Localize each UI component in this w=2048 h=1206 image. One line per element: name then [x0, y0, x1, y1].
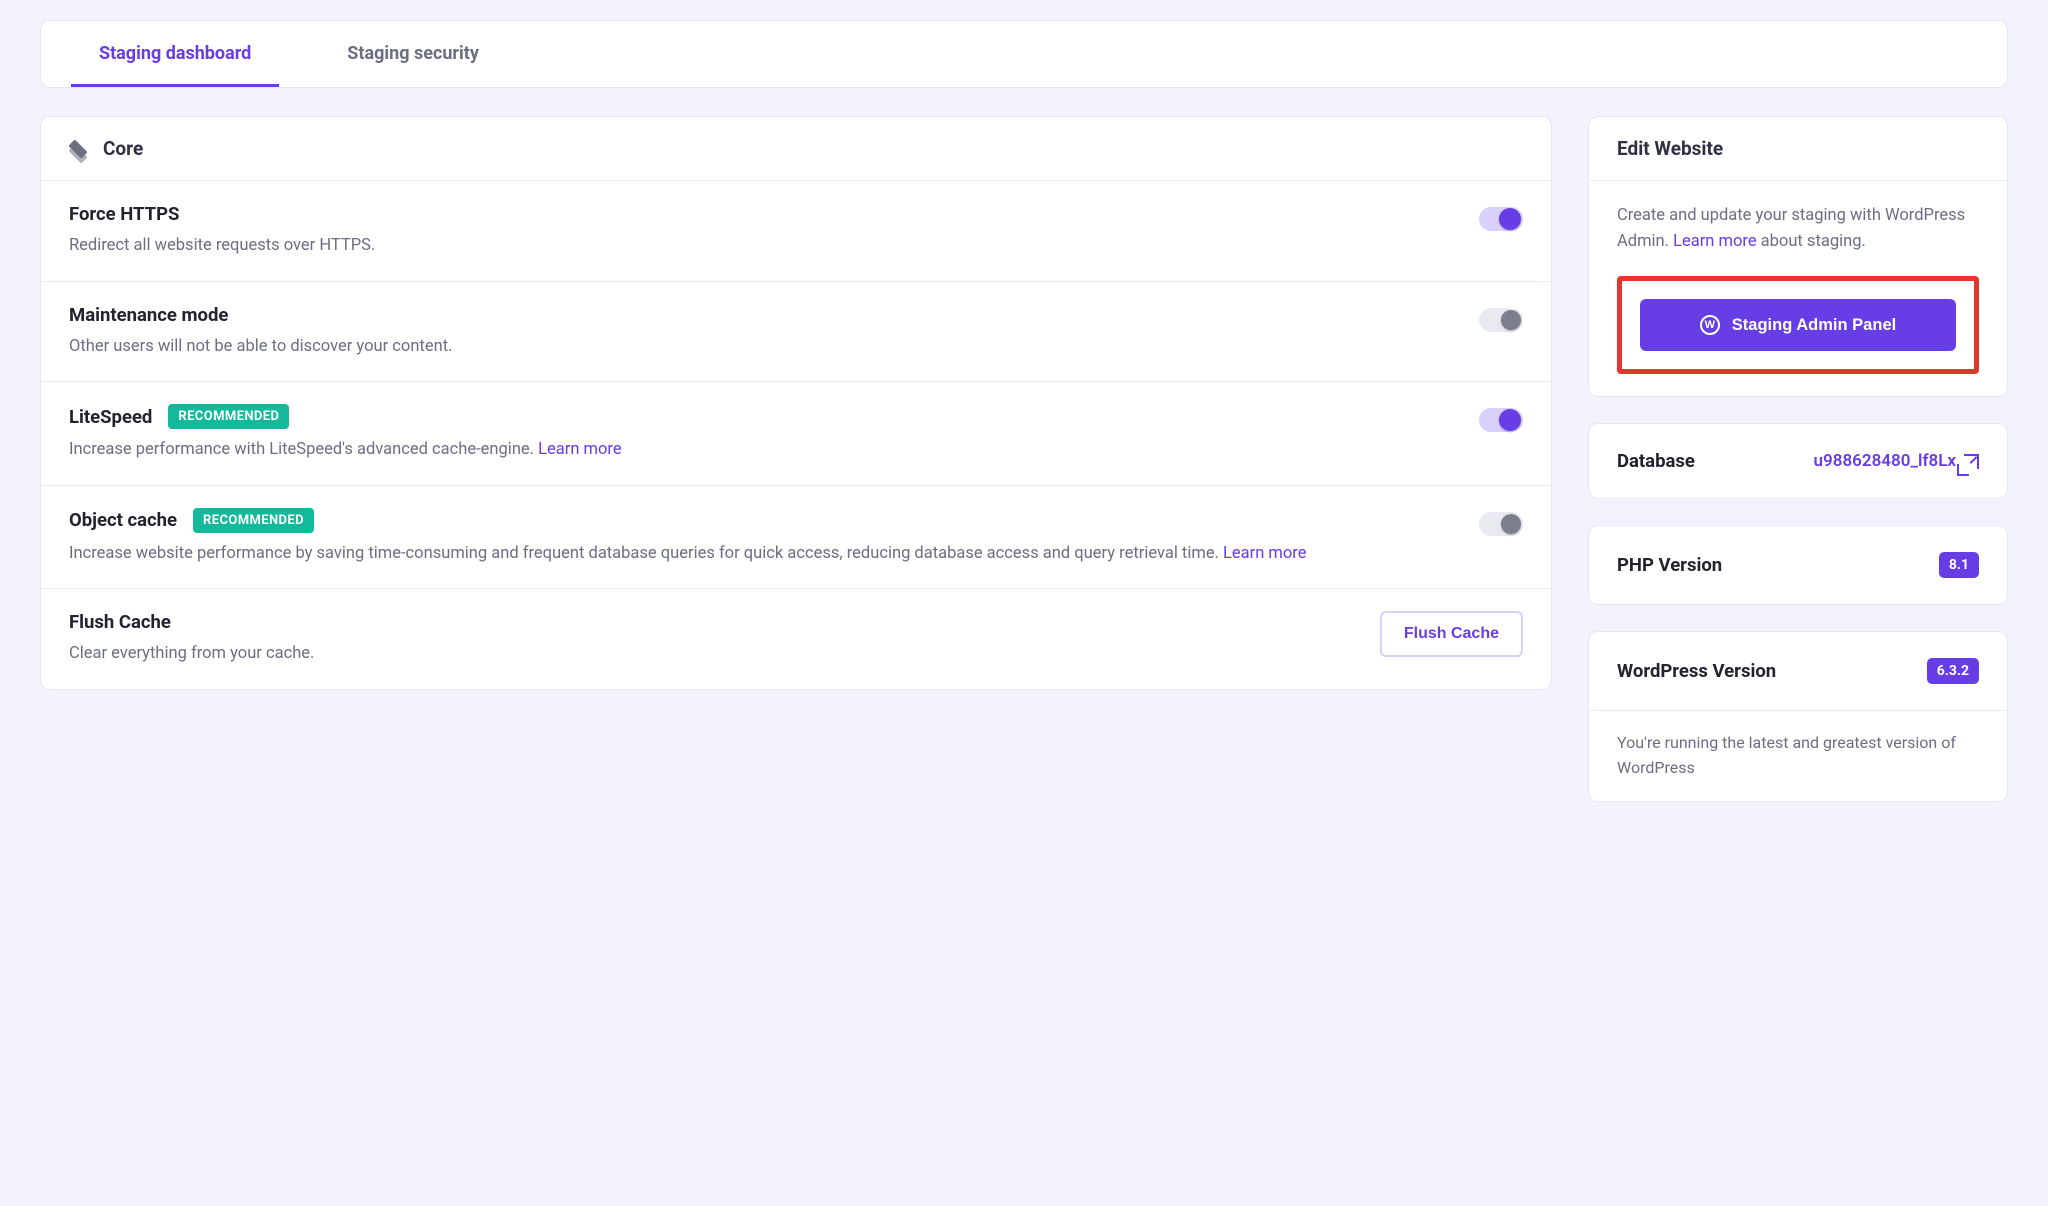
- litespeed-desc-text: Increase performance with LiteSpeed's ad…: [69, 440, 538, 459]
- flush-cache-button[interactable]: Flush Cache: [1380, 611, 1523, 657]
- flush-cache-desc: Clear everything from your cache.: [69, 641, 1360, 667]
- staging-admin-panel-button[interactable]: W Staging Admin Panel: [1640, 299, 1956, 351]
- php-version-badge: 8.1: [1939, 552, 1979, 578]
- force-https-desc: Redirect all website requests over HTTPS…: [69, 233, 1459, 259]
- core-card: Core Force HTTPS Redirect all website re…: [40, 116, 1552, 690]
- object-cache-recommended-badge: RECOMMENDED: [193, 508, 314, 533]
- maintenance-toggle[interactable]: [1479, 308, 1523, 332]
- wordpress-version-label: WordPress Version: [1617, 660, 1776, 682]
- tab-staging-security[interactable]: Staging security: [319, 21, 507, 87]
- wordpress-version-note: You're running the latest and greatest v…: [1589, 710, 2007, 801]
- database-value-link[interactable]: u988628480_lf8Lx: [1814, 451, 1979, 471]
- wordpress-version-badge: 6.3.2: [1927, 658, 1979, 684]
- php-version-label: PHP Version: [1617, 554, 1722, 576]
- edit-website-desc-post: about staging.: [1757, 232, 1866, 251]
- object-cache-toggle[interactable]: [1479, 512, 1523, 536]
- php-version-card: PHP Version 8.1: [1588, 525, 2008, 605]
- litespeed-title: LiteSpeed: [69, 406, 152, 428]
- setting-litespeed: LiteSpeed RECOMMENDED Increase performan…: [41, 382, 1551, 486]
- setting-force-https: Force HTTPS Redirect all website request…: [41, 181, 1551, 282]
- maintenance-title: Maintenance mode: [69, 304, 228, 326]
- staging-admin-panel-label: Staging Admin Panel: [1732, 316, 1896, 335]
- edit-website-card: Edit Website Create and update your stag…: [1588, 116, 2008, 397]
- edit-website-heading: Edit Website: [1589, 117, 2007, 181]
- object-cache-learn-more-link[interactable]: Learn more: [1223, 544, 1306, 563]
- tabs-bar: Staging dashboard Staging security: [40, 20, 2008, 88]
- database-value: u988628480_lf8Lx: [1814, 451, 1956, 471]
- wordpress-icon: W: [1700, 315, 1720, 335]
- tab-staging-dashboard[interactable]: Staging dashboard: [71, 21, 279, 87]
- object-cache-desc-text: Increase website performance by saving t…: [69, 544, 1223, 563]
- litespeed-toggle[interactable]: [1479, 408, 1523, 432]
- setting-maintenance: Maintenance mode Other users will not be…: [41, 282, 1551, 383]
- external-link-icon: [1964, 454, 1979, 469]
- force-https-toggle[interactable]: [1479, 207, 1523, 231]
- setting-flush-cache: Flush Cache Clear everything from your c…: [41, 589, 1551, 689]
- staging-admin-highlight: W Staging Admin Panel: [1617, 276, 1979, 374]
- wordpress-version-card: WordPress Version 6.3.2 You're running t…: [1588, 631, 2008, 802]
- litespeed-recommended-badge: RECOMMENDED: [168, 404, 289, 429]
- object-cache-title: Object cache: [69, 509, 177, 531]
- object-cache-desc: Increase website performance by saving t…: [69, 541, 1459, 567]
- maintenance-desc: Other users will not be able to discover…: [69, 334, 1459, 360]
- setting-object-cache: Object cache RECOMMENDED Increase websit…: [41, 486, 1551, 590]
- flush-cache-title: Flush Cache: [69, 611, 171, 633]
- force-https-title: Force HTTPS: [69, 203, 179, 225]
- core-header: Core: [41, 117, 1551, 181]
- core-heading: Core: [103, 137, 143, 160]
- litespeed-learn-more-link[interactable]: Learn more: [538, 440, 621, 459]
- layers-icon: [69, 140, 87, 158]
- litespeed-desc: Increase performance with LiteSpeed's ad…: [69, 437, 1459, 463]
- edit-website-learn-more-link[interactable]: Learn more: [1673, 232, 1756, 251]
- database-label: Database: [1617, 450, 1695, 472]
- database-card: Database u988628480_lf8Lx: [1588, 423, 2008, 499]
